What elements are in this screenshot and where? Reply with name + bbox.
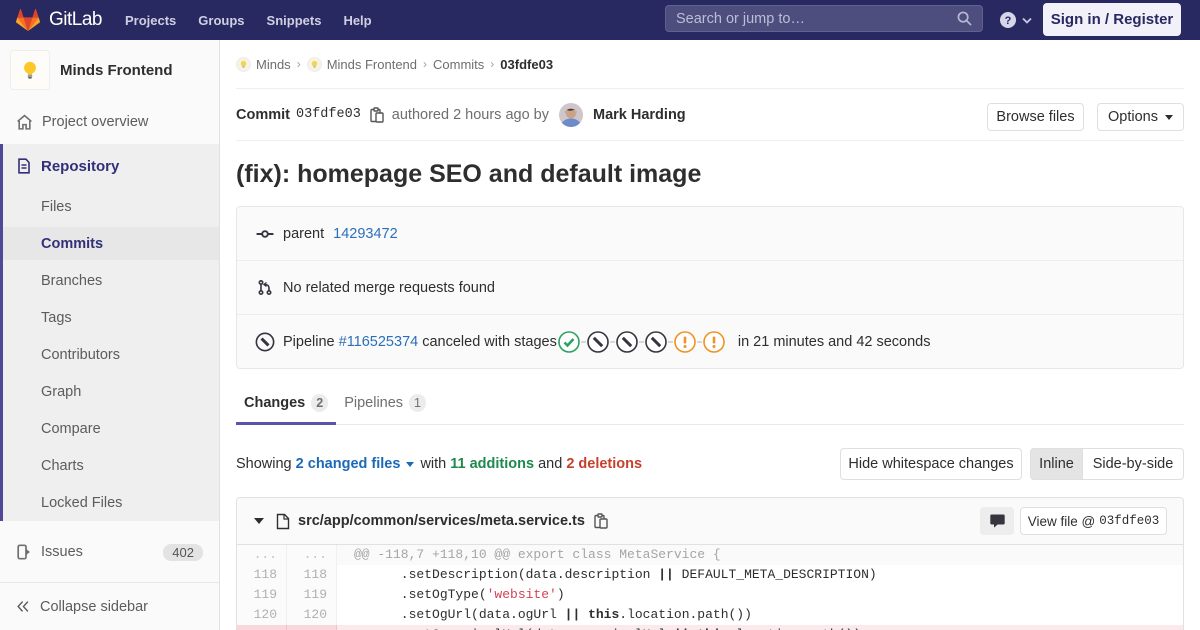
svg-text:?: ?	[1005, 15, 1012, 27]
